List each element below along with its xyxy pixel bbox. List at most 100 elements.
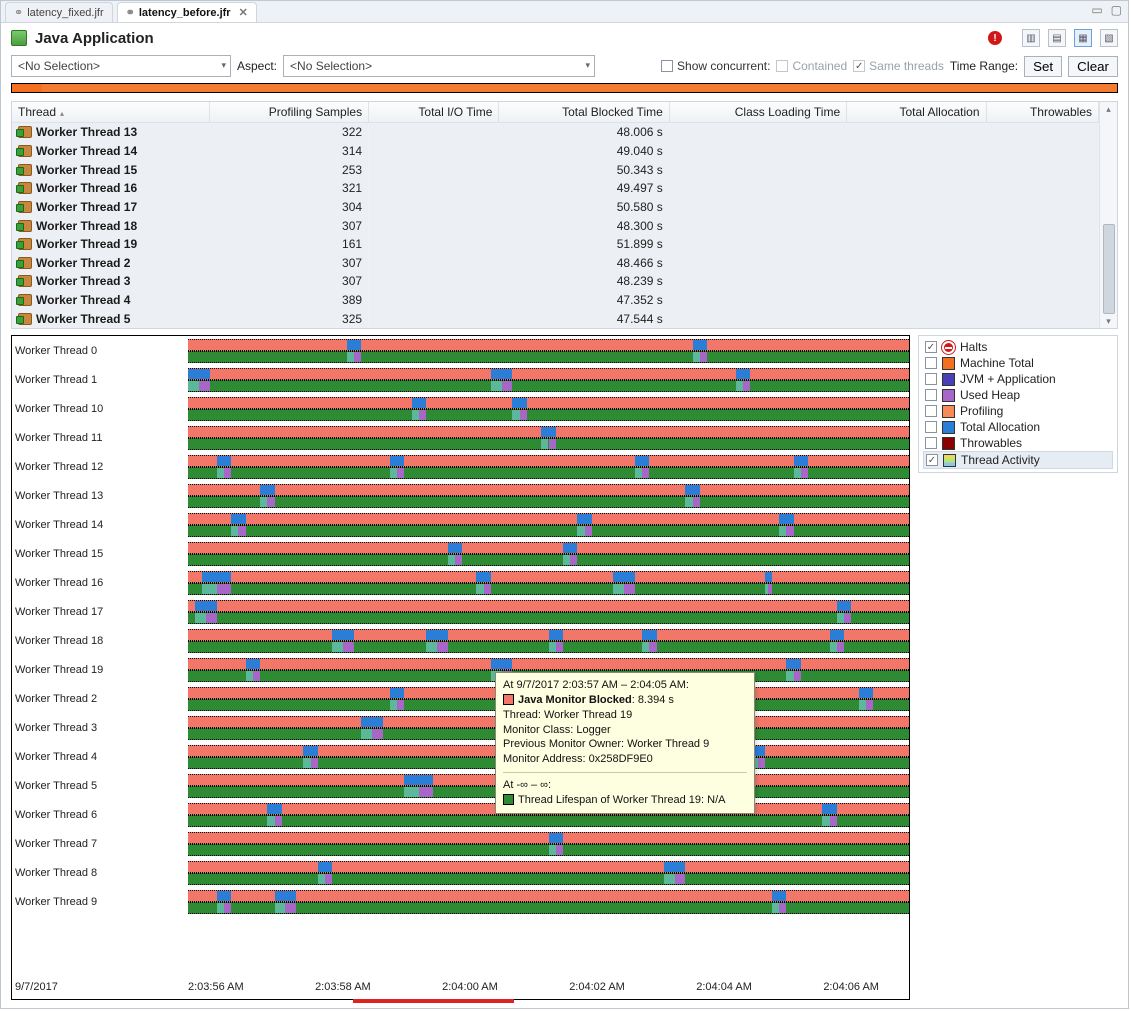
timeline-lane[interactable]: Worker Thread 3 — [12, 713, 909, 742]
column-header[interactable]: Total I/O Time — [369, 102, 499, 123]
timeline-lane[interactable]: Worker Thread 19 — [12, 655, 909, 684]
legend-item[interactable]: Thread Activity — [923, 451, 1113, 469]
thread-icon — [18, 201, 32, 213]
class-loading-cell — [669, 123, 846, 142]
blocked-time-cell: 48.239 s — [499, 272, 669, 291]
blocked-time-cell: 50.343 s — [499, 160, 669, 179]
thread-name-cell: Worker Thread 19 — [12, 235, 209, 254]
table-row[interactable]: Worker Thread 1431449.040 s — [12, 142, 1099, 161]
column-header[interactable]: Total Allocation — [847, 102, 986, 123]
thread-icon — [18, 294, 32, 306]
timeline-chart[interactable]: Worker Thread 0Worker Thread 1Worker Thr… — [11, 335, 910, 1000]
timeline-lane[interactable]: Worker Thread 6 — [12, 800, 909, 829]
timeline-lane[interactable]: Worker Thread 14 — [12, 510, 909, 539]
legend-item[interactable]: JVM + Application — [923, 371, 1113, 387]
table-row[interactable]: Worker Thread 1730450.580 s — [12, 198, 1099, 217]
timeline-lane[interactable]: Worker Thread 4 — [12, 742, 909, 771]
allocation-cell — [847, 291, 986, 310]
table-row[interactable]: Worker Thread 1332248.006 s — [12, 123, 1099, 142]
file-tab[interactable]: ⚭latency_fixed.jfr — [5, 2, 113, 22]
tab-label: latency_before.jfr — [139, 7, 231, 19]
table-row[interactable]: Worker Thread 1525350.343 s — [12, 160, 1099, 179]
legend-item[interactable]: Profiling — [923, 403, 1113, 419]
table-row[interactable]: Worker Thread 1632149.497 s — [12, 179, 1099, 198]
scroll-up-icon[interactable]: ▴ — [1100, 102, 1117, 116]
timeline-lane[interactable]: Worker Thread 5 — [12, 771, 909, 800]
time-range-overview-bar[interactable] — [11, 83, 1118, 93]
table-row[interactable]: Worker Thread 1830748.300 s — [12, 216, 1099, 235]
blocked-time-cell: 47.544 s — [499, 309, 669, 328]
blocked-time-cell: 48.006 s — [499, 123, 669, 142]
allocation-cell — [847, 198, 986, 217]
timeline-lane[interactable]: Worker Thread 18 — [12, 626, 909, 655]
chevron-down-icon: ▾ — [586, 60, 591, 71]
lane-label: Worker Thread 14 — [12, 510, 188, 539]
column-header[interactable]: Total Blocked Time — [499, 102, 669, 123]
timeline-lane[interactable]: Worker Thread 7 — [12, 829, 909, 858]
column-header[interactable]: Profiling Samples — [209, 102, 368, 123]
timeline-lane[interactable]: Worker Thread 0 — [12, 336, 909, 365]
table-row[interactable]: Worker Thread 230748.466 s — [12, 253, 1099, 272]
set-button[interactable]: Set — [1024, 56, 1062, 77]
timeline-lane[interactable]: Worker Thread 9 — [12, 887, 909, 916]
lane-label: Worker Thread 4 — [12, 742, 188, 771]
thread-filter-value: <No Selection> — [18, 59, 100, 73]
samples-cell: 314 — [209, 142, 368, 161]
thread-name-cell: Worker Thread 16 — [12, 179, 209, 198]
event-tooltip: At 9/7/2017 2:03:57 AM – 2:04:05 AM:Java… — [495, 672, 755, 814]
timeline-lane[interactable]: Worker Thread 11 — [12, 423, 909, 452]
lane-label: Worker Thread 19 — [12, 655, 188, 684]
timeline-lane[interactable]: Worker Thread 8 — [12, 858, 909, 887]
column-header[interactable]: Thread▴ — [12, 102, 209, 123]
timeline-lane[interactable]: Worker Thread 17 — [12, 597, 909, 626]
table-row[interactable]: Worker Thread 532547.544 s — [12, 309, 1099, 328]
color-swatch — [942, 421, 955, 434]
column-header[interactable]: Class Loading Time — [669, 102, 846, 123]
layout-button-2[interactable]: ▤ — [1048, 29, 1066, 47]
axis-tick: 2:04:06 AM — [823, 981, 879, 999]
layout-button-3[interactable]: ▦ — [1074, 29, 1092, 47]
maximize-icon[interactable]: ▢ — [1111, 3, 1122, 17]
layout-button-1[interactable]: ▥ — [1022, 29, 1040, 47]
thread-filter-combo[interactable]: <No Selection> ▾ — [11, 55, 231, 77]
scroll-down-icon[interactable]: ▾ — [1100, 314, 1117, 328]
lane-label: Worker Thread 7 — [12, 829, 188, 858]
lane-bars — [188, 510, 909, 539]
minimize-icon[interactable]: ▭ — [1091, 3, 1102, 17]
timeline-lane[interactable]: Worker Thread 13 — [12, 481, 909, 510]
lane-label: Worker Thread 8 — [12, 858, 188, 887]
timeline-lane[interactable]: Worker Thread 2 — [12, 684, 909, 713]
legend-item[interactable]: Machine Total — [923, 355, 1113, 371]
aspect-combo[interactable]: <No Selection> ▾ — [283, 55, 595, 77]
timeline-lane[interactable]: Worker Thread 16 — [12, 568, 909, 597]
thread-icon — [18, 220, 32, 232]
timeline-lane[interactable]: Worker Thread 1 — [12, 365, 909, 394]
layout-button-4[interactable]: ▧ — [1100, 29, 1118, 47]
timeline-lane[interactable]: Worker Thread 10 — [12, 394, 909, 423]
scroll-thumb[interactable] — [1103, 224, 1115, 314]
table-scrollbar[interactable]: ▴ ▾ — [1099, 102, 1117, 328]
legend-item[interactable]: Used Heap — [923, 387, 1113, 403]
column-header[interactable]: Throwables — [986, 102, 1098, 123]
lane-bars — [188, 887, 909, 916]
axis-tick: 2:04:00 AM — [442, 981, 498, 999]
clear-button[interactable]: Clear — [1068, 56, 1118, 77]
table-row[interactable]: Worker Thread 438947.352 s — [12, 291, 1099, 310]
timeline-lane[interactable]: Worker Thread 12 — [12, 452, 909, 481]
io-time-cell — [369, 216, 499, 235]
legend-item[interactable]: Total Allocation — [923, 419, 1113, 435]
table-row[interactable]: Worker Thread 1916151.899 s — [12, 235, 1099, 254]
timeline-lane[interactable]: Worker Thread 15 — [12, 539, 909, 568]
allocation-cell — [847, 272, 986, 291]
lane-label: Worker Thread 5 — [12, 771, 188, 800]
show-concurrent-checkbox[interactable]: Show concurrent: — [661, 59, 770, 73]
file-tab[interactable]: ⚭latency_before.jfr✕ — [117, 2, 257, 22]
checkbox-icon — [853, 60, 865, 72]
legend-item[interactable]: Halts — [923, 339, 1113, 355]
lane-label: Worker Thread 15 — [12, 539, 188, 568]
close-icon[interactable]: ✕ — [239, 6, 248, 19]
alert-icon[interactable]: ! — [988, 31, 1002, 45]
throwables-cell — [986, 309, 1098, 328]
legend-item[interactable]: Throwables — [923, 435, 1113, 451]
table-row[interactable]: Worker Thread 330748.239 s — [12, 272, 1099, 291]
